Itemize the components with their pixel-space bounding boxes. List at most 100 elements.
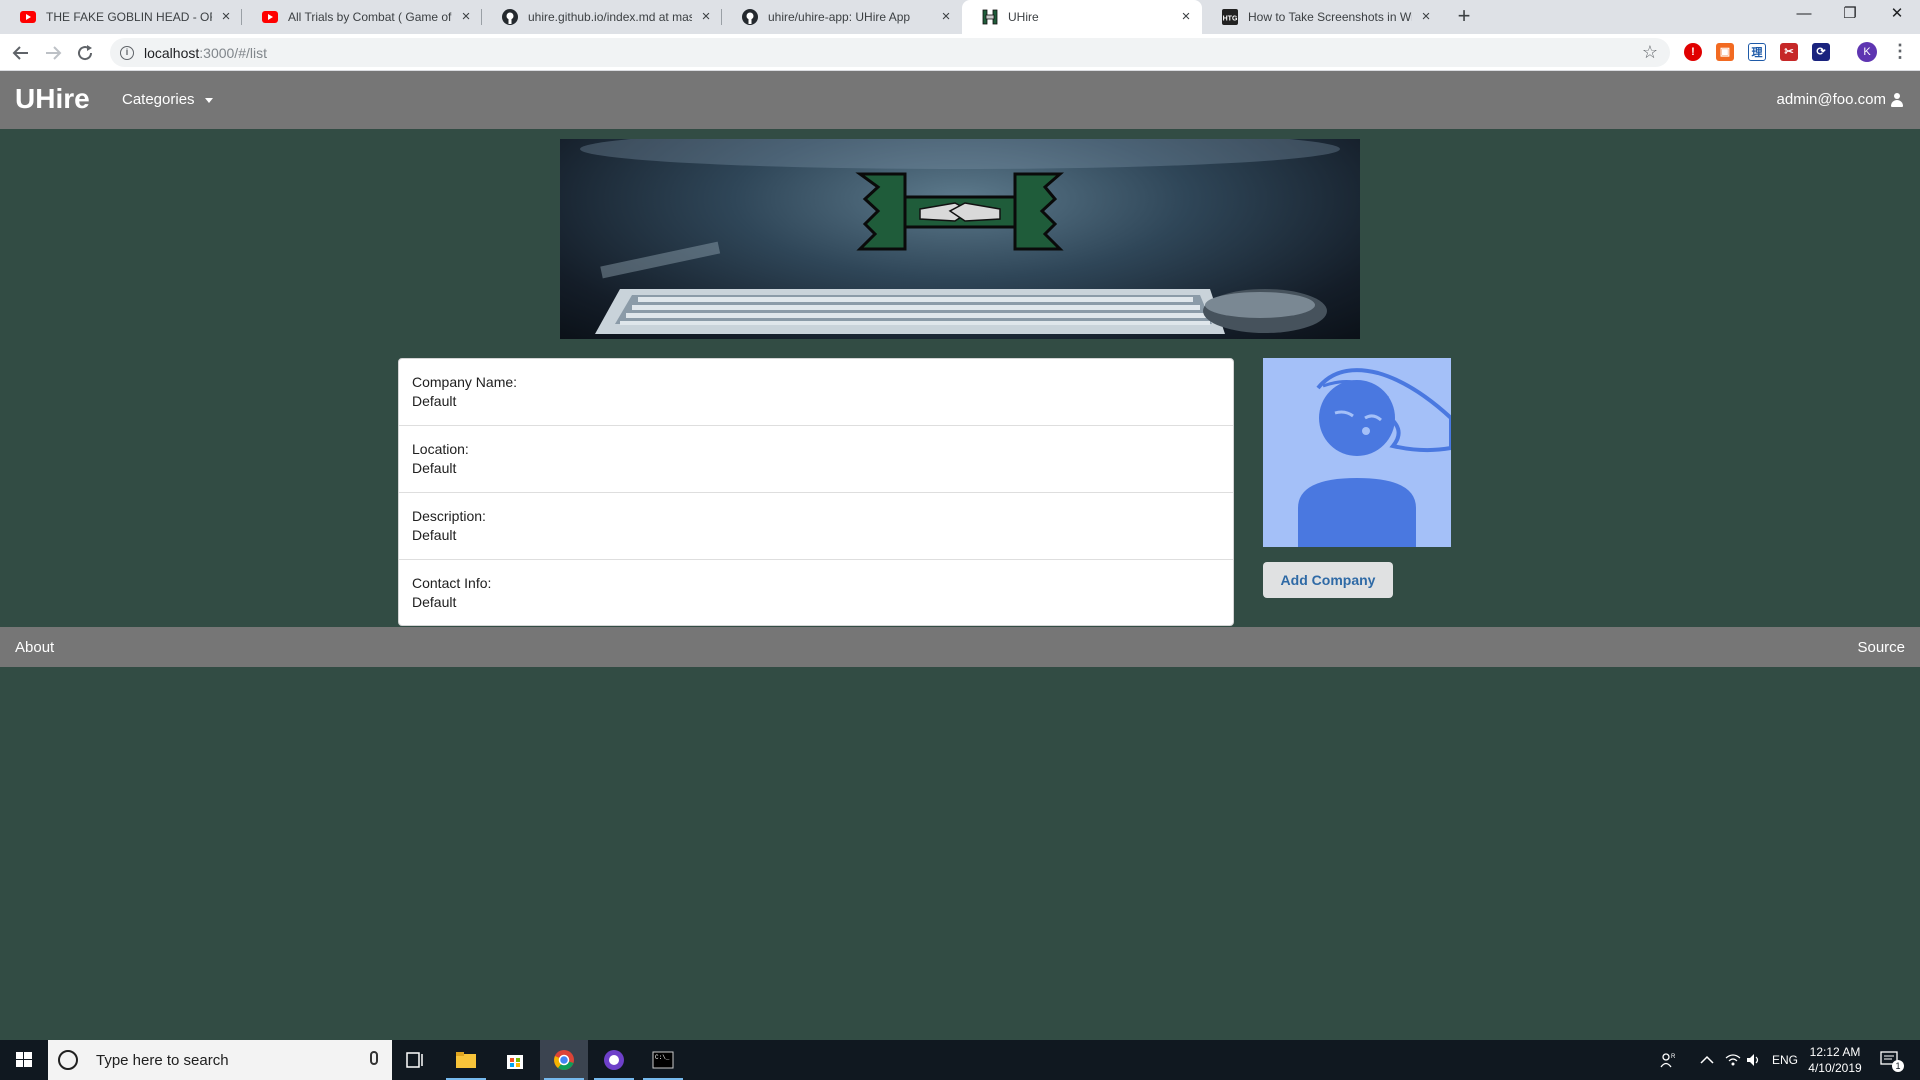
- extension-screenshot-icon[interactable]: ⟳: [1812, 43, 1830, 61]
- clock-date: 4/10/2019: [1808, 1061, 1862, 1075]
- add-company-button[interactable]: Add Company: [1263, 562, 1393, 598]
- forward-button[interactable]: [41, 41, 65, 65]
- taskbar-search-box[interactable]: Type here to search: [48, 1040, 392, 1080]
- extension-adblock-icon[interactable]: !: [1684, 43, 1702, 61]
- bookmark-star-icon[interactable]: ☆: [1642, 42, 1658, 63]
- categories-dropdown[interactable]: Categories: [122, 91, 213, 108]
- notification-badge: 1: [1892, 1060, 1904, 1072]
- browser-tab[interactable]: HTG How to Take Screenshots in Windows ×: [1202, 0, 1442, 34]
- tab-title: THE FAKE GOBLIN HEAD - OFFLINE: [46, 10, 212, 24]
- wifi-icon[interactable]: [1725, 1040, 1741, 1080]
- github-icon: [502, 9, 518, 25]
- people-icon[interactable]: R: [1660, 1040, 1676, 1080]
- browser-tab[interactable]: uhire.github.io/index.md at master ×: [482, 0, 722, 34]
- close-tab-icon[interactable]: ×: [458, 9, 474, 25]
- arrow-right-icon: [46, 46, 62, 60]
- github-desktop-icon[interactable]: [590, 1040, 638, 1080]
- svg-text:R: R: [1671, 1054, 1676, 1060]
- start-button[interactable]: [0, 1040, 48, 1080]
- description-field: Description: Default: [399, 493, 1233, 560]
- contact-info-field: Contact Info: Default: [399, 560, 1233, 627]
- task-view-icon[interactable]: [392, 1040, 440, 1080]
- uhire-icon: [982, 9, 998, 25]
- close-window-button[interactable]: ✕: [1874, 0, 1920, 30]
- field-label: Location:: [412, 441, 469, 457]
- url-path: :3000/#/list: [199, 44, 267, 61]
- close-tab-icon[interactable]: ×: [1418, 9, 1434, 25]
- chrome-taskbar-icon[interactable]: [540, 1040, 588, 1080]
- tab-title: uhire/uhire-app: UHire App: [768, 10, 911, 24]
- close-tab-icon[interactable]: ×: [218, 9, 234, 25]
- browser-tab[interactable]: THE FAKE GOBLIN HEAD - OFFLINE ×: [0, 0, 242, 34]
- chrome-menu-icon[interactable]: ⋮: [1891, 41, 1909, 62]
- tab-title: uhire.github.io/index.md at master: [528, 10, 692, 24]
- about-link[interactable]: About: [15, 639, 54, 656]
- system-clock[interactable]: 12:12 AM 4/10/2019: [1800, 1044, 1870, 1076]
- url-host: localhost: [144, 44, 200, 61]
- browser-tab[interactable]: All Trials by Combat ( Game of Thrones )…: [242, 0, 482, 34]
- uhire-banner-image: [560, 139, 1360, 339]
- company-card: Company Name: Default Location: Default …: [398, 358, 1234, 626]
- volume-icon[interactable]: [1746, 1040, 1762, 1080]
- profile-avatar[interactable]: K: [1857, 42, 1877, 62]
- tab-title: UHire: [1008, 10, 1039, 24]
- browser-tab[interactable]: uhire/uhire-app: UHire App ×: [722, 0, 962, 34]
- categories-label: Categories: [122, 91, 195, 108]
- browser-toolbar: i localhost:3000/#/list ☆ ! ▣ 理 ✂ ⟳ K ⋮: [0, 34, 1920, 71]
- source-link[interactable]: Source: [1857, 639, 1905, 656]
- field-label: Contact Info:: [412, 575, 492, 591]
- youtube-icon: [262, 9, 278, 25]
- field-value: Default: [412, 393, 457, 409]
- language-indicator[interactable]: ENG: [1772, 1040, 1798, 1080]
- browser-tab-active[interactable]: UHire ×: [962, 0, 1202, 34]
- user-menu[interactable]: admin@foo.com: [1777, 91, 1904, 108]
- field-label: Company Name:: [412, 374, 518, 390]
- extension-lock-icon[interactable]: ▣: [1716, 43, 1734, 61]
- company-avatar-placeholder: [1263, 358, 1451, 547]
- windows-taskbar: Type here to search C:\_ R ENG 12:12 AM …: [0, 1040, 1920, 1080]
- search-placeholder: Type here to search: [96, 1051, 229, 1069]
- svg-text:C:\_: C:\_: [655, 1054, 670, 1061]
- address-bar[interactable]: i localhost:3000/#/list ☆: [110, 38, 1670, 67]
- windows-logo-icon: [16, 1052, 32, 1067]
- app-footer: About Source: [0, 627, 1920, 667]
- field-value: Default: [412, 460, 457, 476]
- field-label: Description:: [412, 508, 486, 524]
- back-button[interactable]: [9, 41, 33, 65]
- youtube-icon: [20, 9, 36, 25]
- minimize-button[interactable]: —: [1781, 0, 1827, 30]
- field-value: Default: [412, 594, 457, 610]
- github-icon: [742, 9, 758, 25]
- file-explorer-icon[interactable]: [442, 1040, 490, 1080]
- reload-icon: [78, 45, 93, 61]
- store-icon[interactable]: [491, 1040, 539, 1080]
- user-email: admin@foo.com: [1776, 91, 1886, 108]
- htg-icon: HTG: [1222, 9, 1238, 25]
- microphone-icon[interactable]: [370, 1051, 378, 1065]
- close-tab-icon[interactable]: ×: [698, 9, 714, 25]
- new-tab-button[interactable]: +: [1452, 5, 1476, 29]
- arrow-left-icon: [12, 46, 28, 60]
- cortana-icon: [58, 1050, 78, 1070]
- location-field: Location: Default: [399, 426, 1233, 493]
- restore-button[interactable]: ❐: [1827, 0, 1873, 30]
- terminal-icon[interactable]: C:\_: [639, 1040, 687, 1080]
- extension-clipper-icon[interactable]: ✂: [1780, 43, 1798, 61]
- close-tab-icon[interactable]: ×: [1178, 9, 1194, 25]
- chevron-up-icon[interactable]: [1700, 1040, 1714, 1080]
- field-value: Default: [412, 527, 457, 543]
- browser-tab-strip: THE FAKE GOBLIN HEAD - OFFLINE × All Tri…: [0, 0, 1920, 34]
- extension-translate-icon[interactable]: 理: [1748, 43, 1766, 61]
- company-name-field: Company Name: Default: [399, 359, 1233, 426]
- svg-text:HTG: HTG: [1223, 16, 1238, 23]
- reload-button[interactable]: [73, 41, 97, 65]
- app-navbar: UHire Categories admin@foo.com: [0, 71, 1920, 129]
- user-icon: [1890, 92, 1904, 107]
- close-tab-icon[interactable]: ×: [938, 9, 954, 25]
- action-center-icon[interactable]: 1: [1880, 1040, 1912, 1080]
- tab-title: How to Take Screenshots in Windows: [1248, 10, 1412, 24]
- brand-logo-text[interactable]: UHire: [15, 83, 90, 115]
- site-info-icon[interactable]: i: [120, 45, 134, 60]
- caret-down-icon: [204, 97, 213, 103]
- tab-title: All Trials by Combat ( Game of Thrones ): [288, 10, 452, 24]
